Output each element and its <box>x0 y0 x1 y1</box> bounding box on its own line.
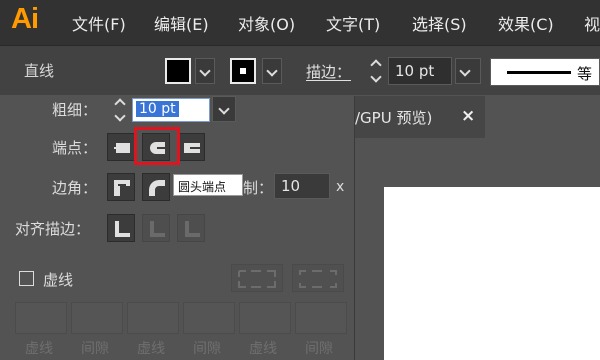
dash-field-2[interactable] <box>127 302 179 334</box>
limit-field[interactable]: 10 <box>274 173 330 199</box>
line-style-label: 等 <box>577 65 593 83</box>
gap-label-2: 间隙 <box>193 341 221 357</box>
document-tab-title: /GPU 预览) <box>355 109 433 127</box>
dash-label-3: 虚线 <box>249 341 277 357</box>
miter-join-icon[interactable] <box>107 173 135 201</box>
app-logo: Ai <box>11 3 39 35</box>
stroke-panel-link[interactable]: 描边： <box>306 61 351 82</box>
tool-name: 直线 <box>24 62 55 80</box>
fill-dropdown-button[interactable] <box>195 58 215 84</box>
gap-label-3: 间隙 <box>305 341 333 357</box>
dash-label-2: 虚线 <box>137 341 165 357</box>
stroke-weight-dropdown-button[interactable] <box>455 58 481 84</box>
weight-value: 10 pt <box>136 101 179 117</box>
limit-label-tail: 制： <box>243 179 274 197</box>
dash-field-3[interactable] <box>239 302 291 334</box>
weight-stepper[interactable] <box>110 95 130 125</box>
menu-view[interactable]: 视 <box>584 11 600 35</box>
menu-bar: Ai 文件(F) 编辑(E) 对象(O) 文字(T) 选择(S) 效果(C) 视 <box>0 0 600 45</box>
menu-type[interactable]: 文字(T) <box>326 11 380 35</box>
align-outside-icon[interactable] <box>177 214 205 242</box>
menu-effect[interactable]: 效果(C) <box>498 11 554 35</box>
line-style-preview[interactable]: 等 <box>490 58 600 86</box>
align-label: 对齐描边： <box>15 220 91 238</box>
artboard[interactable] <box>384 187 600 360</box>
stroke-swatch[interactable] <box>230 58 256 84</box>
stroke-weight-stepper[interactable] <box>366 56 386 86</box>
round-join-icon[interactable] <box>142 173 170 201</box>
menu-select[interactable]: 选择(S) <box>412 11 467 35</box>
round-cap-highlight <box>134 127 180 165</box>
gap-field-2[interactable] <box>183 302 235 334</box>
weight-dropdown-button[interactable] <box>212 96 236 122</box>
close-icon[interactable]: × <box>461 106 475 126</box>
stroke-weight-field[interactable]: 10 pt <box>388 57 452 85</box>
align-inside-icon[interactable] <box>142 214 170 242</box>
align-dash-corners-icon[interactable] <box>292 264 344 292</box>
preserve-dash-icon[interactable] <box>231 264 283 292</box>
tooltip: 圆头端点 <box>173 174 243 196</box>
weight-field[interactable]: 10 pt <box>132 98 210 122</box>
document-tab[interactable]: /GPU 预览) × <box>355 96 485 138</box>
corner-label: 边角： <box>52 179 98 197</box>
gap-field-3[interactable] <box>295 302 347 334</box>
line-sample <box>507 71 571 74</box>
limit-unit: x <box>336 179 345 195</box>
cap-label: 端点： <box>52 139 98 157</box>
dashed-line-label: 虚线 <box>43 271 74 289</box>
document-area: /GPU 预览) × <box>355 96 600 360</box>
dash-field-1[interactable] <box>15 302 67 334</box>
menu-edit[interactable]: 编辑(E) <box>154 11 209 35</box>
align-center-icon[interactable] <box>107 214 135 242</box>
weight-label: 粗细： <box>52 101 98 119</box>
butt-cap-icon[interactable] <box>107 133 135 161</box>
control-bar: 直线 描边： 10 pt 等 <box>0 45 600 95</box>
menu-object[interactable]: 对象(O) <box>238 11 295 35</box>
fill-swatch[interactable] <box>165 58 191 84</box>
stroke-swatch-dropdown-button[interactable] <box>262 58 282 84</box>
gap-field-1[interactable] <box>71 302 123 334</box>
gap-label-1: 间隙 <box>81 341 109 357</box>
stroke-panel: 粗细： 10 pt 端点： 边角： 圆头端点 制： 10 x 对齐描边： 虚线 <box>0 96 355 360</box>
menu-file[interactable]: 文件(F) <box>72 11 126 35</box>
dashed-line-checkbox[interactable] <box>19 271 34 286</box>
projecting-cap-icon[interactable] <box>177 133 205 161</box>
dash-label-1: 虚线 <box>25 341 53 357</box>
